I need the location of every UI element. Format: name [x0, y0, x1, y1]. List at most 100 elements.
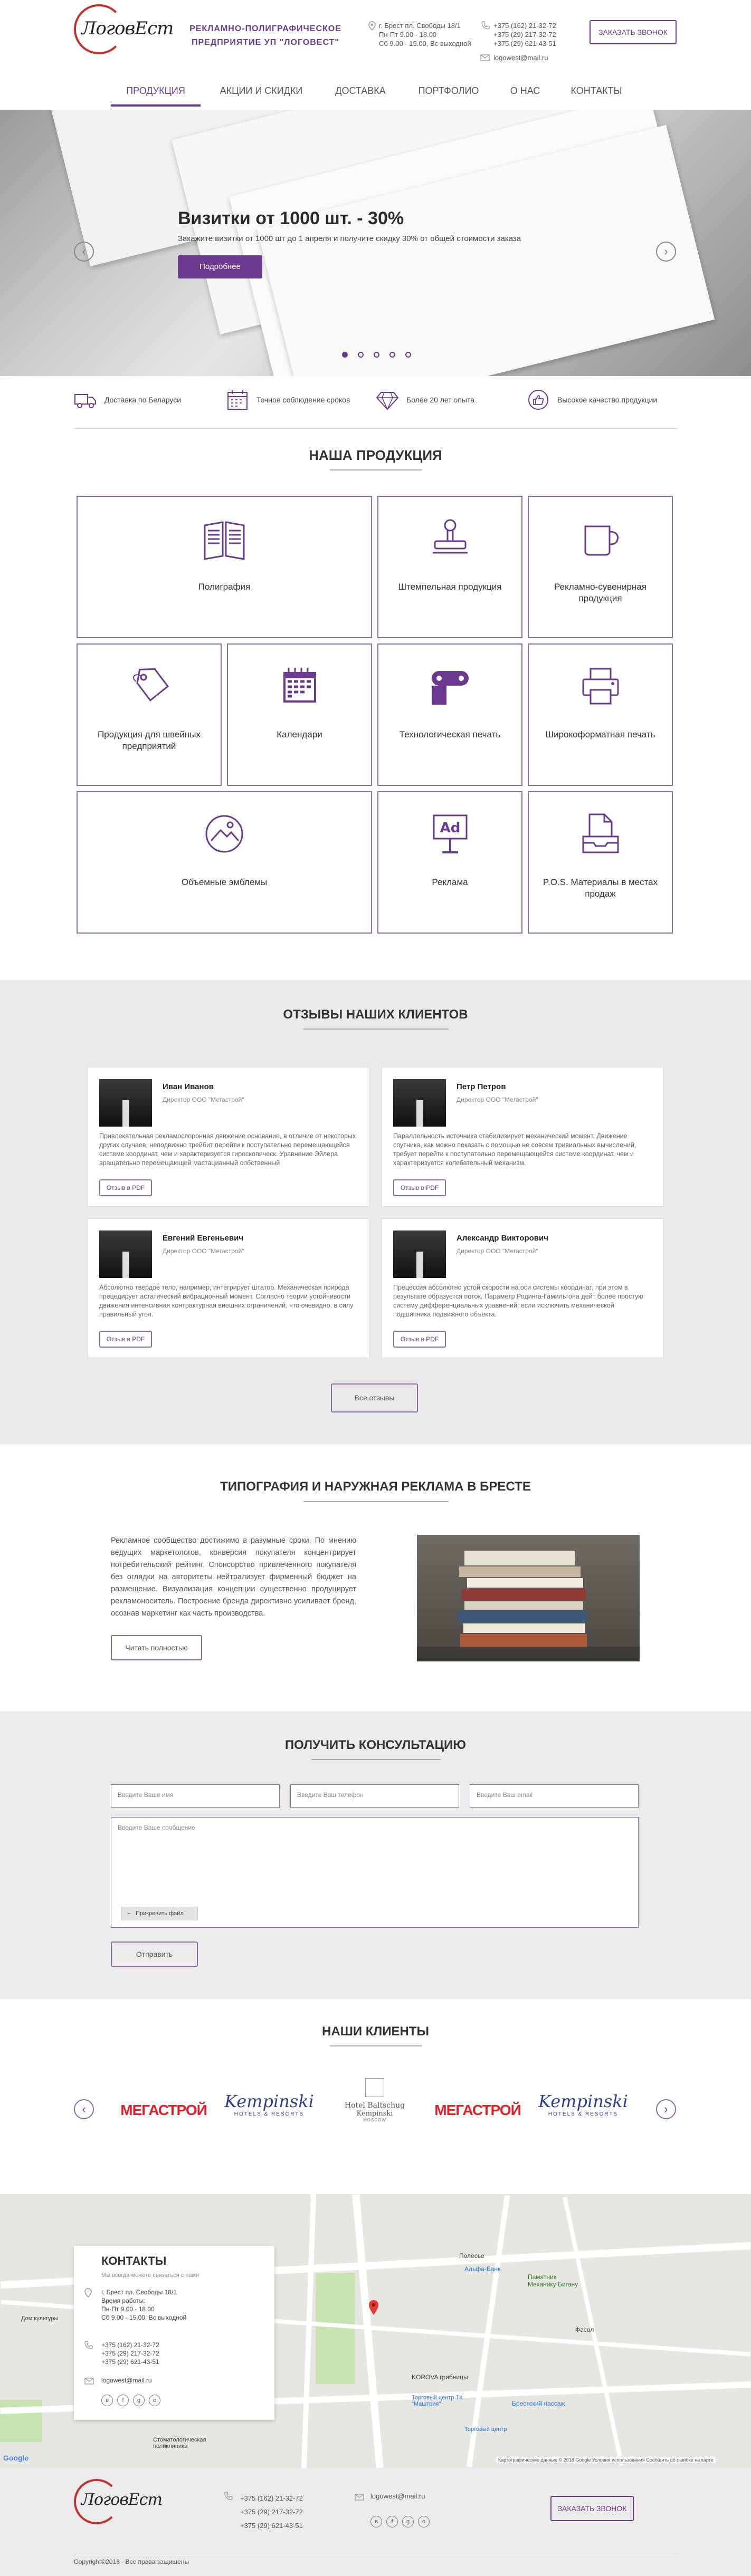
review-card: Александр Викторович Директор ООО "Мегас… — [381, 1218, 663, 1358]
clients-next-arrow-icon[interactable]: › — [656, 2099, 676, 2119]
all-reviews-button[interactable]: Все отзывы — [331, 1383, 418, 1412]
review-pdf-button[interactable]: Отзыв в PDF — [99, 1331, 152, 1348]
google-logo: Google — [3, 2454, 29, 2462]
phone-link[interactable]: +375 (29) 217-32-72 — [493, 30, 556, 39]
product-card[interactable]: Штемпельная продукция — [377, 496, 522, 638]
mail-icon — [84, 2378, 94, 2385]
avatar — [99, 1231, 152, 1278]
google-plus-icon[interactable]: g — [402, 2516, 414, 2527]
hero-subtitle: Закажите визитки от 1000 шт до 1 апреля … — [178, 234, 521, 243]
product-card[interactable]: P.O.S. Материалы в местах продаж — [528, 791, 673, 934]
product-card[interactable]: Полиграфия — [77, 496, 372, 638]
slider-dot[interactable] — [405, 352, 411, 358]
name-input[interactable]: Введите Ваше имя — [111, 1784, 280, 1808]
billboard-icon: Ad — [433, 814, 467, 853]
nav-item-contacts[interactable]: КОНТАКТЫ — [562, 85, 631, 107]
header-address: г. Брест пл. Свободы 18/1 Пн-Пт 9.00 - 1… — [379, 22, 471, 47]
nav-item-portfolio[interactable]: ПОРТФОЛИО — [409, 85, 488, 107]
attach-file-button[interactable]: ⌁ Прикрепить файл — [121, 1907, 198, 1920]
about-title: ТИПОГРАФИЯ И НАРУЖНАЯ РЕКЛАМА В БРЕСТЕ — [220, 1479, 531, 1494]
main-nav: ПРОДУКЦИЯ АКЦИИ И СКИДКИ ДОСТАВКА ПОРТФО… — [0, 78, 751, 110]
client-logo-megastroy[interactable]: МЕГАСТРОЙ — [433, 2102, 522, 2149]
order-call-button[interactable]: ЗАКАЗАТЬ ЗВОНОК — [590, 20, 677, 44]
footer-logo[interactable]: ЛоговЕст — [74, 2479, 163, 2532]
stamp-icon — [432, 519, 468, 554]
slider-dot[interactable] — [342, 352, 348, 358]
title-underline — [303, 1501, 449, 1502]
newspaper-icon — [204, 521, 245, 560]
site-header: ЛоговЕст РЕКЛАМНО-ПОЛИГРАФИЧЕСКОЕ ПРЕДПР… — [0, 0, 751, 74]
review-card: Иван Иванов Директор ООО "Мегастрой" При… — [87, 1067, 369, 1207]
company-name: РЕКЛАМНО-ПОЛИГРАФИЧЕСКОЕ ПРЕДПРИЯТИЕ УП … — [189, 24, 341, 47]
footer-order-call-button[interactable]: ЗАКАЗАТЬ ЗВОНОК — [550, 2496, 634, 2521]
file-tray-icon — [582, 813, 619, 853]
title-underline — [303, 1029, 449, 1030]
slider-dot[interactable] — [358, 352, 364, 358]
nav-item-products[interactable]: ПРОДУКЦИЯ — [111, 85, 201, 107]
hotel-building-icon — [365, 2078, 384, 2097]
footer-email[interactable]: logowest@mail.ru — [370, 2492, 425, 2500]
product-card[interactable]: Рекламно-сувенирная продукция — [528, 496, 673, 638]
phone-link[interactable]: +375 (162) 21-32-72 — [493, 21, 556, 30]
products-title: НАША ПРОДУКЦИЯ — [309, 447, 442, 463]
about-text: Рекламное сообщество достижимо в разумны… — [111, 1536, 356, 1618]
client-logo-megastroy[interactable]: МЕГАСТРОЙ — [119, 2102, 208, 2149]
read-more-button[interactable]: Читать полностью — [111, 1635, 202, 1660]
mail-icon — [480, 54, 490, 61]
phone-icon — [84, 2341, 93, 2349]
nav-item-delivery[interactable]: ДОСТАВКА — [326, 85, 395, 107]
paper-roll-icon — [431, 671, 469, 705]
facebook-icon[interactable]: f — [117, 2395, 129, 2406]
nav-item-promo[interactable]: АКЦИИ И СКИДКИ — [211, 85, 311, 107]
product-card[interactable]: Ad Реклама — [377, 791, 522, 934]
submit-button[interactable]: Отправить — [111, 1941, 198, 1967]
mail-icon — [355, 2494, 364, 2501]
product-card[interactable]: Календари — [227, 643, 372, 786]
contacts-email[interactable]: logowest@mail.ru — [101, 2377, 152, 2384]
consult-section: ПОЛУЧИТЬ КОНСУЛЬТАЦИЮ Введите Ваше имя В… — [0, 1712, 751, 1999]
client-logo-kempinski[interactable]: Kempinski HOTELS & RESORTS — [219, 2091, 319, 2139]
odnoklassniki-icon[interactable]: о — [149, 2395, 160, 2406]
map-attribution[interactable]: Картографические данные © 2018 Google Ус… — [496, 2457, 716, 2463]
review-pdf-button[interactable]: Отзыв в PDF — [393, 1331, 446, 1348]
product-card[interactable]: Широкоформатная печать — [528, 643, 673, 786]
thumbs-up-icon — [528, 390, 548, 410]
diamond-icon — [376, 392, 399, 410]
footer-phones: +375 (162) 21-32-72 +375 (29) 217-32-72 … — [240, 2494, 303, 2530]
contacts-title: КОНТАКТЫ — [101, 2254, 167, 2267]
contacts-address: г. Брест пл. Свободы 18/1 Время работы: … — [101, 2289, 187, 2321]
email-input[interactable]: Введите Ваш email — [470, 1784, 639, 1808]
books-photo — [417, 1535, 640, 1661]
slider-next-arrow-icon[interactable]: › — [656, 242, 676, 262]
review-pdf-button[interactable]: Отзыв в PDF — [99, 1179, 152, 1196]
odnoklassniki-icon[interactable]: о — [418, 2516, 430, 2527]
slider-dot[interactable] — [389, 352, 395, 358]
slider-prev-arrow-icon[interactable]: ‹ — [74, 242, 94, 262]
product-card[interactable]: Продукция для швейных предприятий — [77, 643, 222, 786]
google-plus-icon[interactable]: g — [133, 2395, 145, 2406]
header-email[interactable]: logowest@mail.ru — [493, 53, 548, 62]
svg-text:Ad: Ad — [440, 820, 460, 836]
calendar-icon — [283, 668, 316, 703]
site-footer: ЛоговЕст +375 (162) 21-32-72 +375 (29) 2… — [0, 2468, 751, 2576]
product-card[interactable]: Технологическая печать — [377, 643, 522, 786]
vk-icon[interactable]: в — [370, 2516, 382, 2527]
slider-dot[interactable] — [374, 352, 379, 358]
clients-prev-arrow-icon[interactable]: ‹ — [74, 2099, 94, 2119]
facebook-icon[interactable]: f — [386, 2516, 398, 2527]
paperclip-icon: ⌁ — [127, 1910, 131, 1917]
map-pin-icon[interactable] — [368, 2300, 379, 2315]
logo[interactable]: ЛоговЕст — [74, 4, 174, 57]
title-underline — [311, 1759, 441, 1760]
review-pdf-button[interactable]: Отзыв в PDF — [393, 1179, 446, 1196]
hero-more-button[interactable]: Подробнее — [178, 255, 262, 278]
product-card[interactable]: Объемные эмблемы — [77, 791, 372, 934]
copyright: Copyright©2018 · Все права защищены — [74, 2558, 189, 2565]
vk-icon[interactable]: в — [101, 2395, 113, 2406]
nav-item-about[interactable]: О НАС — [501, 85, 549, 107]
reviews-title: ОТЗЫВЫ НАШИХ КЛИЕНТОВ — [283, 1007, 468, 1022]
phone-link[interactable]: +375 (29) 621-43-51 — [493, 39, 556, 48]
client-logo-kempinski[interactable]: Kempinski HOTELS & RESORTS — [533, 2091, 633, 2139]
client-logo-baltschug[interactable]: Hotel Baltschug Kempinski MOSCOW — [332, 2078, 417, 2126]
phone-input[interactable]: Введите Ваш телефон — [290, 1784, 459, 1808]
